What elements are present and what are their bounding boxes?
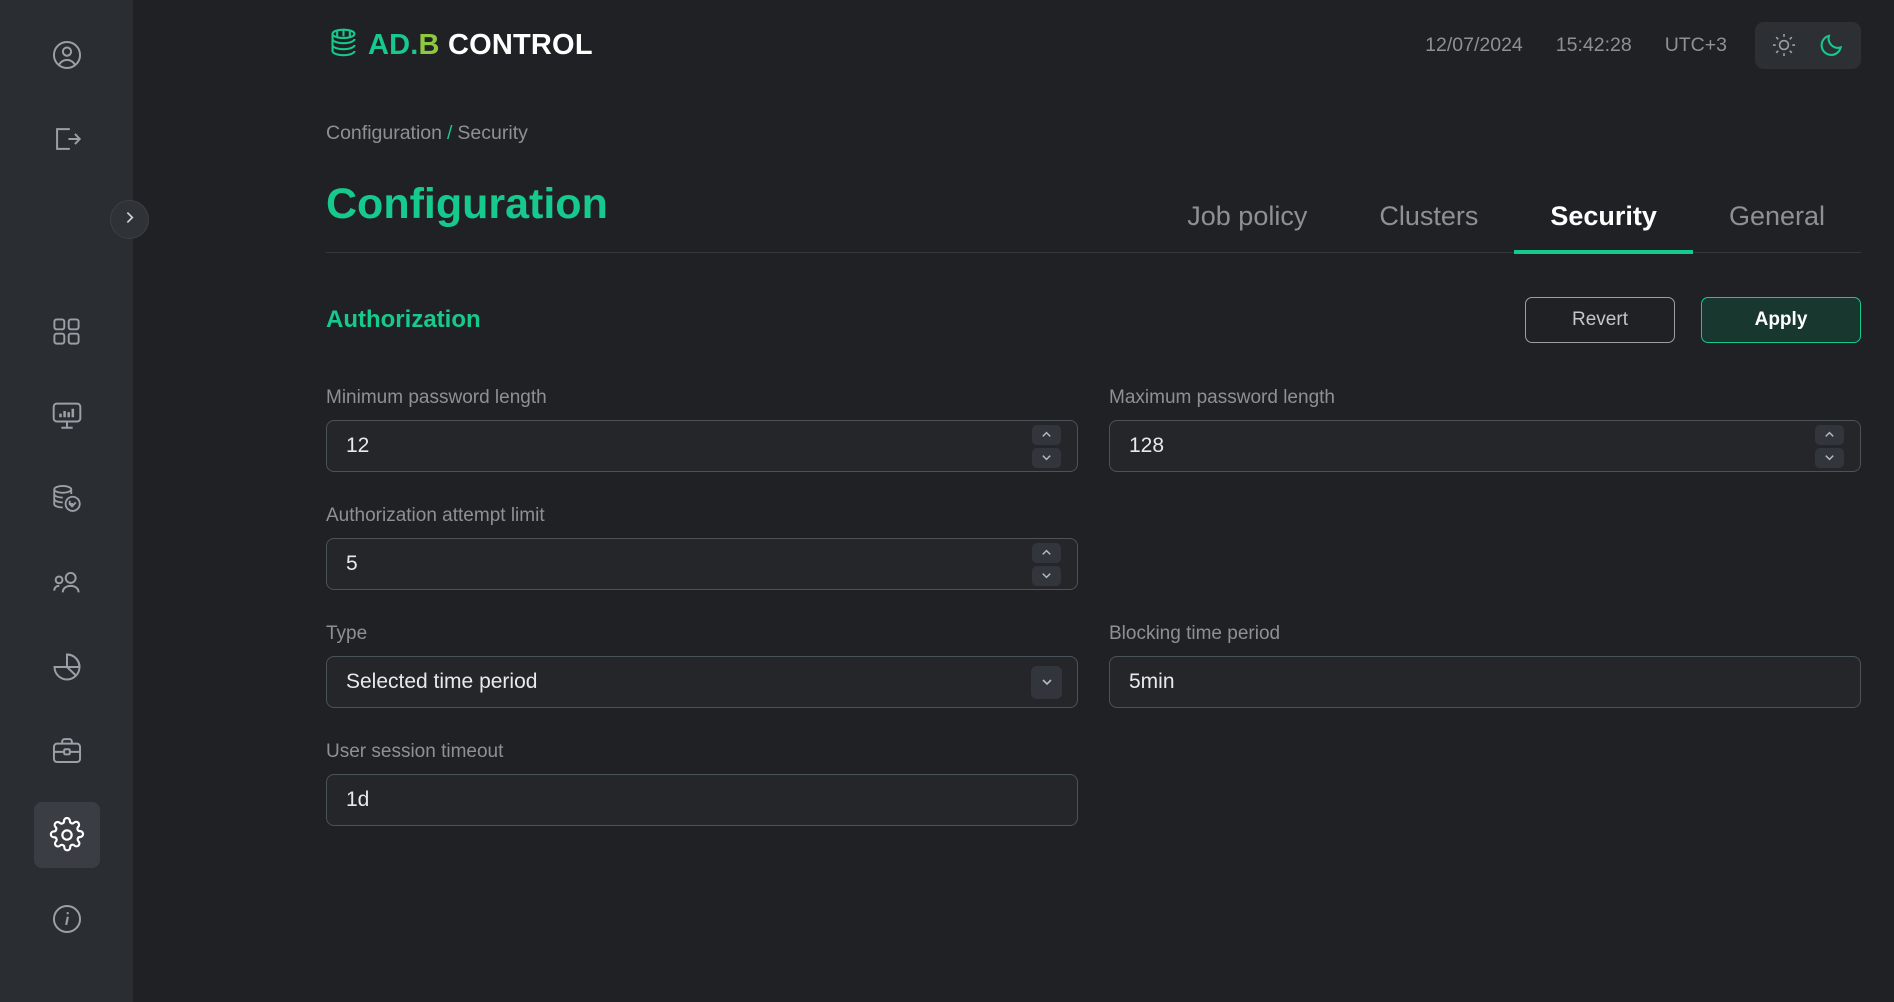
field-label: User session timeout — [326, 741, 1078, 763]
input-value: 1d — [346, 788, 1067, 812]
sidebar-item-users[interactable] — [34, 550, 100, 616]
sidebar-item-projects[interactable] — [34, 718, 100, 784]
field-max-password-length: Maximum password length 128 — [1109, 387, 1861, 472]
stepper-down-icon[interactable] — [1032, 566, 1061, 586]
row-spacer — [1109, 590, 1861, 623]
main-area: AD.B CONTROL 12/07/2024 15:42:28 UTC+3 — [133, 0, 1894, 1002]
current-date: 12/07/2024 — [1425, 34, 1523, 57]
stepper-up-icon[interactable] — [1815, 425, 1844, 445]
breadcrumb-current: Security — [457, 122, 527, 144]
database-stack-icon — [326, 25, 366, 65]
max-password-length-input[interactable]: 128 — [1109, 420, 1861, 472]
sidebar-item-settings[interactable] — [34, 802, 100, 868]
tab-bar: Job policy Clusters Security General — [1151, 201, 1861, 252]
breadcrumb: Configuration/Security — [326, 122, 1861, 145]
input-value: 12 — [346, 434, 1032, 458]
min-password-length-input[interactable]: 12 — [326, 420, 1078, 472]
reports-icon — [50, 650, 84, 684]
timezone-label: UTC+3 — [1665, 34, 1727, 57]
sidebar-item-dashboard[interactable] — [34, 298, 100, 364]
revert-button[interactable]: Revert — [1525, 297, 1675, 343]
sun-icon[interactable] — [1767, 28, 1801, 62]
input-value: 5 — [346, 552, 1032, 576]
stepper-up-icon[interactable] — [1032, 543, 1061, 563]
field-label: Authorization attempt limit — [326, 505, 1078, 527]
field-label: Maximum password length — [1109, 387, 1861, 409]
users-icon — [50, 566, 84, 600]
sidebar-item-account[interactable] — [34, 22, 100, 88]
type-dropdown[interactable]: Selected time period — [326, 656, 1078, 708]
row-spacer — [326, 708, 1078, 741]
projects-icon — [50, 734, 84, 768]
tab-job-policy[interactable]: Job policy — [1151, 201, 1343, 254]
brand-control: CONTROL — [440, 29, 593, 61]
blocking-time-period-input[interactable]: 5min — [1109, 656, 1861, 708]
number-stepper — [1032, 425, 1061, 468]
empty-cell — [1109, 741, 1861, 826]
apply-button[interactable]: Apply — [1701, 297, 1861, 343]
moon-icon[interactable] — [1815, 28, 1849, 62]
input-value: 128 — [1129, 434, 1815, 458]
auth-attempt-limit-input[interactable]: 5 — [326, 538, 1078, 590]
sidebar-item-reports[interactable] — [34, 634, 100, 700]
chevron-right-icon — [121, 209, 138, 231]
info-icon — [50, 902, 84, 936]
tab-clusters[interactable]: Clusters — [1343, 201, 1514, 254]
breadcrumb-parent[interactable]: Configuration — [326, 122, 442, 144]
sidebar-item-backup[interactable] — [34, 466, 100, 532]
sidebar-item-info[interactable] — [34, 886, 100, 952]
authorization-form: Minimum password length 12 — [326, 387, 1861, 826]
monitoring-icon — [50, 398, 84, 432]
top-bar: AD.B CONTROL 12/07/2024 15:42:28 UTC+3 — [133, 0, 1894, 90]
app-root: AD.B CONTROL 12/07/2024 15:42:28 UTC+3 — [0, 0, 1894, 1002]
tab-general[interactable]: General — [1693, 201, 1861, 254]
brand-b: B — [419, 29, 440, 61]
sidebar-item-monitoring[interactable] — [34, 382, 100, 448]
number-stepper — [1032, 543, 1061, 586]
section-header: Authorization Revert Apply — [326, 297, 1861, 343]
empty-cell — [1109, 505, 1861, 590]
user-session-timeout-input[interactable]: 1d — [326, 774, 1078, 826]
brand-ad: AD. — [368, 29, 419, 61]
sidebar-collapse-toggle[interactable] — [110, 200, 149, 239]
row-spacer — [326, 590, 1078, 623]
input-value: 5min — [1129, 670, 1850, 694]
title-and-tabs: Configuration Job policy Clusters Securi… — [326, 183, 1861, 253]
tab-security[interactable]: Security — [1514, 201, 1693, 254]
field-label: Minimum password length — [326, 387, 1078, 409]
field-type: Type Selected time period — [326, 623, 1078, 708]
field-min-password-length: Minimum password length 12 — [326, 387, 1078, 472]
chevron-down-icon[interactable] — [1031, 666, 1062, 699]
dashboard-icon — [50, 315, 83, 348]
stepper-up-icon[interactable] — [1032, 425, 1061, 445]
row-spacer — [1109, 472, 1861, 505]
breadcrumb-separator: / — [447, 122, 452, 144]
row-spacer — [1109, 708, 1861, 741]
content-area: Configuration/Security Configuration Job… — [133, 122, 1894, 826]
theme-toggle[interactable] — [1755, 22, 1861, 69]
field-auth-attempt-limit: Authorization attempt limit 5 — [326, 505, 1078, 590]
sidebar-item-logout[interactable] — [34, 106, 100, 172]
number-stepper — [1815, 425, 1844, 468]
page-title: Configuration — [326, 183, 608, 252]
field-label: Type — [326, 623, 1078, 645]
section-actions: Revert Apply — [1525, 297, 1861, 343]
field-blocking-time-period: Blocking time period 5min — [1109, 623, 1861, 708]
field-label: Blocking time period — [1109, 623, 1861, 645]
settings-icon — [49, 817, 85, 853]
row-spacer — [326, 472, 1078, 505]
backup-icon — [50, 482, 84, 516]
sidebar — [0, 0, 133, 1002]
stepper-down-icon[interactable] — [1815, 448, 1844, 468]
section-title-authorization: Authorization — [326, 306, 481, 334]
brand-logo[interactable]: AD.B CONTROL — [326, 25, 593, 65]
top-bar-right: 12/07/2024 15:42:28 UTC+3 — [1425, 22, 1861, 69]
field-user-session-timeout: User session timeout 1d — [326, 741, 1078, 826]
stepper-down-icon[interactable] — [1032, 448, 1061, 468]
current-time: 15:42:28 — [1556, 34, 1632, 57]
account-icon — [50, 38, 84, 72]
logout-icon — [50, 122, 84, 156]
dropdown-value: Selected time period — [346, 670, 1031, 694]
